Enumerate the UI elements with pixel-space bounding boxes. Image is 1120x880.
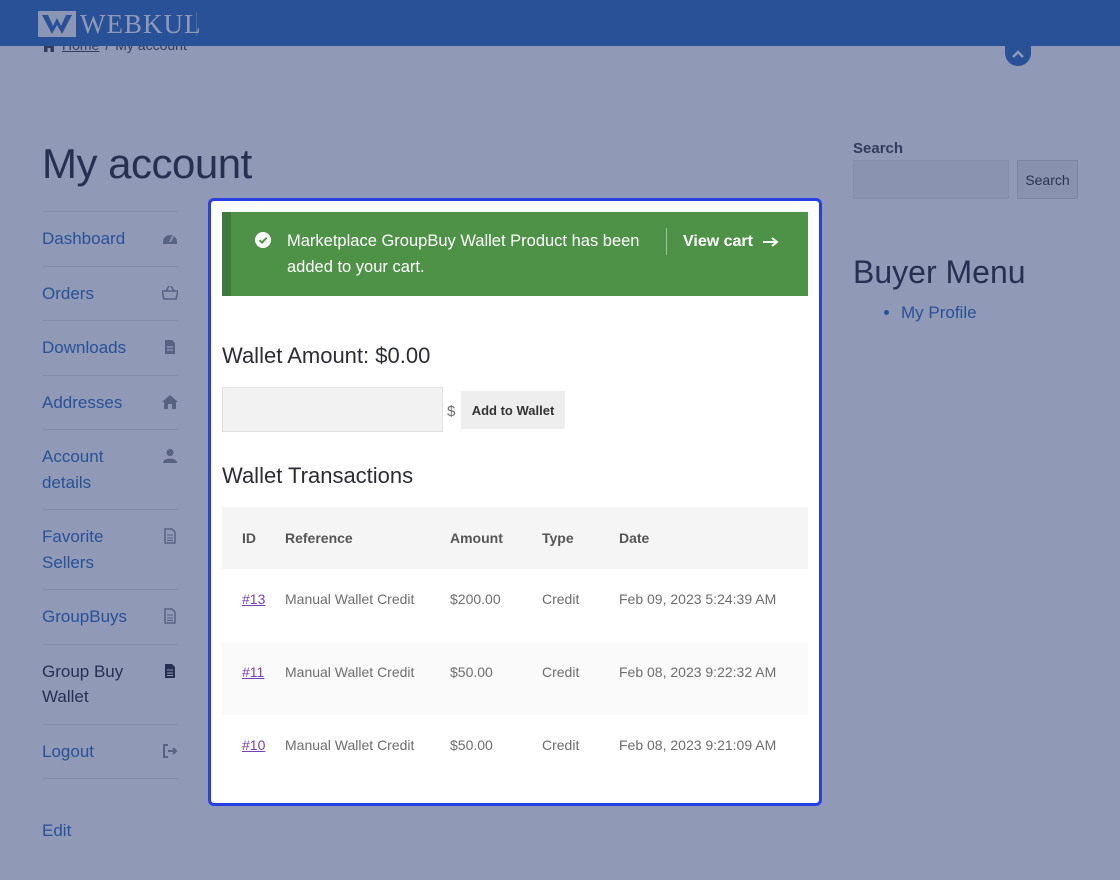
- transaction-id-link[interactable]: #13: [242, 591, 265, 607]
- arrow-right-icon: [762, 237, 779, 247]
- currency-symbol: $: [447, 403, 456, 420]
- notice-divider: [666, 228, 667, 255]
- cell-type: Credit: [542, 642, 619, 715]
- cell-id: #13: [222, 569, 285, 642]
- transaction-id-link[interactable]: #10: [242, 737, 265, 753]
- column-header-reference: Reference: [285, 507, 450, 569]
- column-header-amount: Amount: [450, 507, 542, 569]
- cell-type: Credit: [542, 569, 619, 642]
- cell-date: Feb 08, 2023 9:21:09 AM: [619, 715, 808, 788]
- cell-date: Feb 08, 2023 9:22:32 AM: [619, 642, 808, 715]
- cell-type: Credit: [542, 715, 619, 788]
- wallet-amount-input[interactable]: [222, 387, 443, 432]
- notice-message: Marketplace GroupBuy Wallet Product has …: [287, 232, 640, 276]
- cell-amount: $50.00: [450, 642, 542, 715]
- table-header-row: ID Reference Amount Type Date: [222, 507, 808, 569]
- wallet-amount: Wallet Amount: $0.00: [222, 343, 430, 369]
- check-circle-icon: [255, 232, 271, 248]
- cell-date: Feb 09, 2023 5:24:39 AM: [619, 569, 808, 642]
- cell-reference: Manual Wallet Credit: [285, 642, 450, 715]
- add-to-wallet-button[interactable]: Add to Wallet: [461, 391, 565, 429]
- view-cart-label: View cart: [683, 233, 753, 250]
- column-header-type: Type: [542, 507, 619, 569]
- view-cart-link[interactable]: View cart: [683, 233, 779, 251]
- cell-amount: $50.00: [450, 715, 542, 788]
- column-header-date: Date: [619, 507, 808, 569]
- cart-notice: Marketplace GroupBuy Wallet Product has …: [222, 212, 808, 296]
- wallet-modal: Marketplace GroupBuy Wallet Product has …: [208, 198, 822, 806]
- table-row: #10 Manual Wallet Credit $50.00 Credit F…: [222, 715, 808, 788]
- wallet-amount-label: Wallet Amount:: [222, 343, 370, 368]
- cell-amount: $200.00: [450, 569, 542, 642]
- transactions-title: Wallet Transactions: [222, 463, 414, 488]
- transaction-id-link[interactable]: #11: [242, 664, 264, 680]
- cell-id: #10: [222, 715, 285, 788]
- wallet-amount-value: $0.00: [375, 343, 431, 368]
- cell-reference: Manual Wallet Credit: [285, 715, 450, 788]
- transactions-table: ID Reference Amount Type Date #13 Manual…: [222, 507, 808, 788]
- cell-id: #11: [222, 642, 285, 715]
- table-row: #13 Manual Wallet Credit $200.00 Credit …: [222, 569, 808, 642]
- column-header-id: ID: [222, 507, 285, 569]
- table-row: #11 Manual Wallet Credit $50.00 Credit F…: [222, 642, 808, 715]
- cell-reference: Manual Wallet Credit: [285, 569, 450, 642]
